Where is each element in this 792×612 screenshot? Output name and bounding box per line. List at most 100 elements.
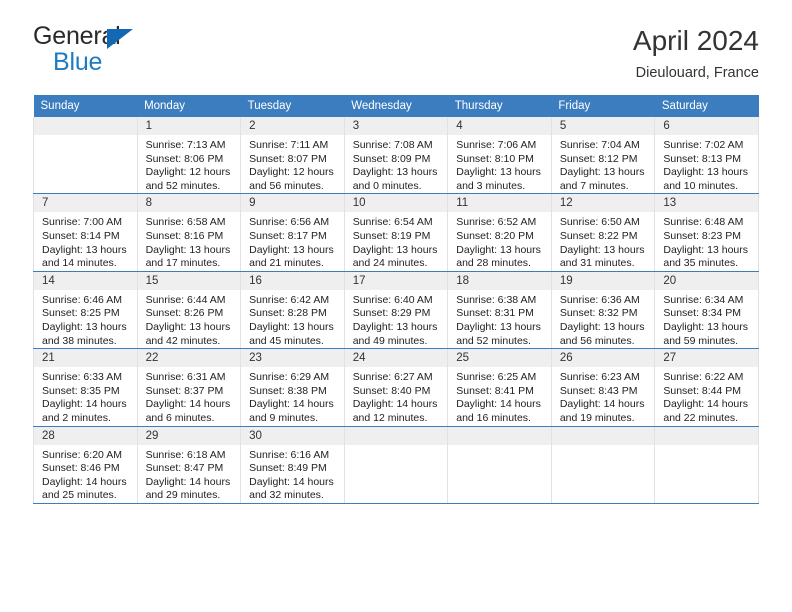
sunset-time: Sunset: 8:07 PM — [249, 152, 327, 165]
sunset-time: Sunset: 8:16 PM — [145, 229, 224, 242]
calendar-day-cell[interactable]: 11 Sunrise: 6:52 AM Sunset: 8:20 PM Dayligh… — [447, 193, 552, 272]
calendar-day-cell-empty — [550, 426, 656, 504]
sunset-time: Sunset: 8:19 PM — [352, 229, 431, 242]
daylight-duration-line2: and 14 minutes. — [42, 257, 117, 270]
day-sun-info: Sunrise: 7:06 AM Sunset: 8:10 PM Daylight:… — [448, 135, 551, 193]
daylight-duration-line1: Daylight: 13 hours — [456, 243, 541, 256]
calendar-day-cell[interactable]: 18 Sunrise: 6:38 AM Sunset: 8:31 PM Dayligh… — [447, 271, 552, 350]
day-number: 29 — [137, 426, 241, 445]
daylight-duration-line1: Daylight: 14 hours — [249, 475, 334, 488]
calendar-day-cell[interactable]: 9 Sunrise: 6:56 AM Sunset: 8:17 PM Daylight… — [240, 193, 345, 272]
day-sun-info: Sunrise: 6:44 AM Sunset: 8:26 PM Daylight:… — [138, 290, 241, 348]
calendar-day-cell[interactable]: 7 Sunrise: 7:00 AM Sunset: 8:14 PM Daylight… — [33, 193, 138, 272]
calendar-day-cell[interactable]: 19 Sunrise: 6:36 AM Sunset: 8:32 PM Dayligh… — [550, 271, 656, 350]
daylight-duration-line1: Daylight: 14 hours — [145, 398, 231, 411]
sunrise-time: Sunrise: 6:16 AM — [249, 448, 330, 461]
sunrise-time: Sunrise: 6:42 AM — [249, 293, 330, 306]
day-sun-info: Sunrise: 7:00 AM Sunset: 8:14 PM Daylight:… — [34, 212, 137, 270]
day-number: 18 — [448, 271, 551, 290]
weekday-header-sunday: Sunday — [33, 95, 138, 117]
calendar-day-cell[interactable]: 28 Sunrise: 6:20 AM Sunset: 8:46 PM Dayligh… — [33, 426, 138, 504]
calendar-day-cell[interactable]: 16 Sunrise: 6:42 AM Sunset: 8:28 PM Dayligh… — [240, 271, 345, 350]
calendar-day-cell[interactable]: 25 Sunrise: 6:25 AM Sunset: 8:41 PM Dayligh… — [447, 348, 552, 427]
day-number: 11 — [448, 194, 551, 213]
daylight-duration-line1: Daylight: 14 hours — [42, 475, 127, 488]
sunset-time: Sunset: 8:10 PM — [456, 152, 534, 165]
daylight-duration-line1: Daylight: 13 hours — [663, 320, 749, 333]
calendar-day-cell[interactable]: 26 Sunrise: 6:23 AM Sunset: 8:43 PM Dayligh… — [550, 348, 656, 427]
sunrise-time: Sunrise: 7:02 AM — [663, 139, 744, 151]
calendar-day-cell[interactable]: 17 Sunrise: 6:40 AM Sunset: 8:29 PM Dayligh… — [343, 271, 449, 350]
day-sun-info: Sunrise: 6:22 AM Sunset: 8:44 PM Daylight:… — [655, 367, 758, 425]
calendar-day-cell[interactable]: 4 Sunrise: 7:06 AM Sunset: 8:10 PM Daylight… — [447, 117, 552, 195]
sunrise-time: Sunrise: 7:11 AM — [249, 139, 329, 151]
day-sun-info: Sunrise: 6:16 AM Sunset: 8:49 PM Daylight:… — [241, 445, 344, 503]
calendar-day-cell[interactable]: 21 Sunrise: 6:33 AM Sunset: 8:35 PM Dayligh… — [33, 348, 138, 427]
calendar-day-cell[interactable]: 2 Sunrise: 7:11 AM Sunset: 8:07 PM Daylight… — [240, 117, 345, 195]
calendar-day-cell[interactable]: 29 Sunrise: 6:18 AM Sunset: 8:47 PM Dayligh… — [136, 426, 242, 504]
sunset-time: Sunset: 8:09 PM — [352, 152, 431, 165]
calendar-day-cell[interactable]: 20 Sunrise: 6:34 AM Sunset: 8:34 PM Dayligh… — [654, 271, 759, 350]
calendar-day-cell[interactable]: 14 Sunrise: 6:46 AM Sunset: 8:25 PM Dayligh… — [33, 271, 138, 350]
calendar-day-cell[interactable]: 24 Sunrise: 6:27 AM Sunset: 8:40 PM Dayligh… — [343, 348, 449, 427]
day-number: 9 — [241, 194, 344, 213]
calendar-day-cell[interactable]: 22 Sunrise: 6:31 AM Sunset: 8:37 PM Dayligh… — [136, 348, 242, 427]
day-number: 2 — [241, 117, 344, 135]
day-sun-info: Sunrise: 7:08 AM Sunset: 8:09 PM Daylight:… — [345, 135, 448, 193]
daylight-duration-line1: Daylight: 13 hours — [663, 243, 749, 256]
daylight-duration-line1: Daylight: 13 hours — [145, 243, 231, 256]
daylight-duration-line2: and 28 minutes. — [456, 257, 531, 270]
page-title: April 2024 — [632, 25, 759, 56]
sunrise-time: Sunrise: 6:54 AM — [352, 216, 433, 229]
daylight-duration-line2: and 16 minutes. — [456, 411, 531, 424]
daylight-duration-line1: Daylight: 13 hours — [145, 320, 231, 333]
day-number: 30 — [241, 426, 344, 445]
day-number — [551, 426, 655, 445]
calendar-day-cell-empty — [343, 426, 449, 504]
sunrise-time: Sunrise: 6:58 AM — [145, 216, 226, 229]
calendar-day-cell[interactable]: 8 Sunrise: 6:58 AM Sunset: 8:16 PM Daylight… — [136, 193, 242, 272]
day-sun-info: Sunrise: 6:40 AM Sunset: 8:29 PM Daylight:… — [345, 290, 448, 348]
daylight-duration-line2: and 45 minutes. — [249, 334, 324, 347]
calendar-day-cell[interactable]: 23 Sunrise: 6:29 AM Sunset: 8:38 PM Dayligh… — [240, 348, 345, 427]
day-number: 5 — [551, 117, 655, 135]
day-number: 13 — [655, 194, 758, 213]
calendar-day-cell[interactable]: 1 Sunrise: 7:13 AM Sunset: 8:06 PM Daylight… — [136, 117, 242, 195]
calendar-body: 1 Sunrise: 7:13 AM Sunset: 8:06 PM Daylight… — [33, 117, 759, 504]
calendar-day-cell[interactable]: 6 Sunrise: 7:02 AM Sunset: 8:13 PM Daylight… — [654, 117, 759, 195]
day-number: 15 — [137, 271, 241, 290]
sunrise-time: Sunrise: 6:50 AM — [559, 216, 640, 229]
daylight-duration-line2: and 12 minutes. — [352, 411, 428, 424]
daylight-duration-line2: and 49 minutes. — [352, 334, 428, 347]
daylight-duration-line2: and 56 minutes. — [249, 179, 324, 192]
day-number: 12 — [551, 194, 655, 213]
sunrise-time: Sunrise: 6:48 AM — [663, 216, 744, 229]
calendar-header-row: Sunday Monday Tuesday Wednesday Thursday… — [33, 95, 759, 117]
calendar-week-row: 21 Sunrise: 6:33 AM Sunset: 8:35 PM Dayligh… — [33, 348, 759, 427]
calendar-day-cell-empty — [654, 426, 759, 504]
daylight-duration-line1: Daylight: 13 hours — [249, 320, 334, 333]
sunset-time: Sunset: 8:35 PM — [42, 384, 120, 397]
calendar-day-cell[interactable]: 10 Sunrise: 6:54 AM Sunset: 8:19 PM Dayligh… — [343, 193, 449, 272]
day-number: 6 — [655, 117, 758, 135]
sunset-time: Sunset: 8:06 PM — [145, 152, 224, 165]
day-sun-info: Sunrise: 6:29 AM Sunset: 8:38 PM Daylight:… — [241, 367, 344, 425]
calendar-day-cell[interactable]: 13 Sunrise: 6:48 AM Sunset: 8:23 PM Dayligh… — [654, 193, 759, 272]
calendar-day-cell[interactable]: 27 Sunrise: 6:22 AM Sunset: 8:44 PM Dayligh… — [654, 348, 759, 427]
sunrise-time: Sunrise: 6:34 AM — [663, 293, 744, 306]
daylight-duration-line1: Daylight: 13 hours — [42, 243, 127, 256]
day-number: 25 — [448, 349, 551, 368]
calendar-day-cell[interactable]: 30 Sunrise: 6:16 AM Sunset: 8:49 PM Dayligh… — [240, 426, 345, 504]
daylight-duration-line2: and 10 minutes. — [663, 179, 739, 192]
sunrise-time: Sunrise: 6:36 AM — [559, 293, 640, 306]
calendar-day-cell[interactable]: 12 Sunrise: 6:50 AM Sunset: 8:22 PM Dayligh… — [550, 193, 656, 272]
sunrise-time: Sunrise: 7:13 AM — [145, 139, 226, 151]
calendar-day-cell[interactable]: 3 Sunrise: 7:08 AM Sunset: 8:09 PM Daylight… — [343, 117, 449, 195]
calendar-day-cell[interactable]: 5 Sunrise: 7:04 AM Sunset: 8:12 PM Daylight… — [550, 117, 656, 195]
sunset-time: Sunset: 8:38 PM — [249, 384, 327, 397]
daylight-duration-line1: Daylight: 13 hours — [559, 166, 645, 179]
daylight-duration-line2: and 25 minutes. — [42, 489, 117, 502]
daylight-duration-line1: Daylight: 13 hours — [559, 320, 645, 333]
sunset-time: Sunset: 8:49 PM — [249, 462, 327, 475]
calendar-day-cell[interactable]: 15 Sunrise: 6:44 AM Sunset: 8:26 PM Dayligh… — [136, 271, 242, 350]
